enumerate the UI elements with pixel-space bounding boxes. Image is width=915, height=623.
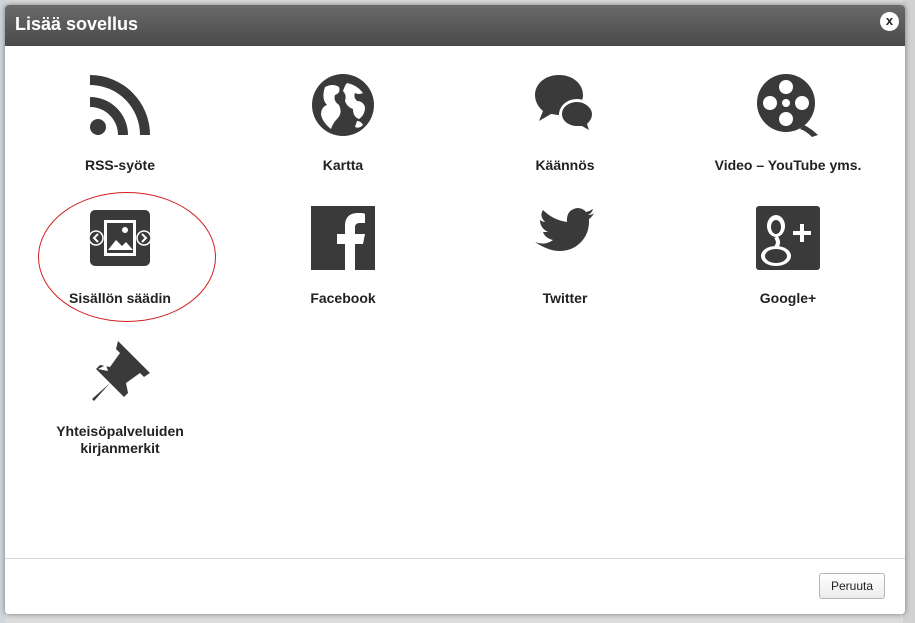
app-translation[interactable]: Käännös xyxy=(455,73,675,174)
rss-icon xyxy=(90,75,150,135)
app-grid: RSS-syöte Kartta Käännös Video – YouTube… xyxy=(5,46,905,558)
app-rss[interactable]: RSS-syöte xyxy=(10,73,230,174)
facebook-icon xyxy=(311,206,375,270)
app-facebook[interactable]: Facebook xyxy=(233,206,453,307)
pushpin-icon xyxy=(92,341,150,401)
film-reel-icon xyxy=(757,74,818,137)
dialog-footer: Peruuta xyxy=(5,558,905,614)
app-label: Twitter xyxy=(542,290,588,306)
app-label: Facebook xyxy=(310,290,376,306)
app-label: Yhteisöpalveluiden kirjanmerkit xyxy=(56,423,184,456)
image-slider-icon xyxy=(88,210,152,266)
app-video[interactable]: Video – YouTube yms. xyxy=(678,73,898,174)
app-label: RSS-syöte xyxy=(84,157,156,173)
app-label: Video – YouTube yms. xyxy=(714,157,862,173)
cancel-button[interactable]: Peruuta xyxy=(819,573,885,599)
globe-icon xyxy=(312,74,374,136)
dialog-title: Lisää sovellus xyxy=(15,14,139,34)
app-content-slider[interactable]: Sisällön säädin xyxy=(10,206,230,307)
app-label: Google+ xyxy=(759,290,817,306)
google-plus-icon xyxy=(756,206,820,270)
add-app-dialog: Lisää sovellus x RSS-syöte Kartta Käännö… xyxy=(5,5,905,614)
close-button[interactable]: x xyxy=(880,12,899,31)
twitter-bird-icon xyxy=(535,208,594,251)
dialog-header: Lisää sovellus x xyxy=(5,5,905,46)
app-label: Kartta xyxy=(322,157,364,173)
app-google-plus[interactable]: Google+ xyxy=(678,206,898,307)
speech-bubbles-icon xyxy=(535,75,595,135)
app-map[interactable]: Kartta xyxy=(233,73,453,174)
app-label: Käännös xyxy=(535,157,595,173)
app-label: Sisällön säädin xyxy=(69,290,171,306)
app-twitter[interactable]: Twitter xyxy=(455,206,675,307)
app-social-bookmarks[interactable]: Yhteisöpalveluiden kirjanmerkit xyxy=(10,339,230,457)
